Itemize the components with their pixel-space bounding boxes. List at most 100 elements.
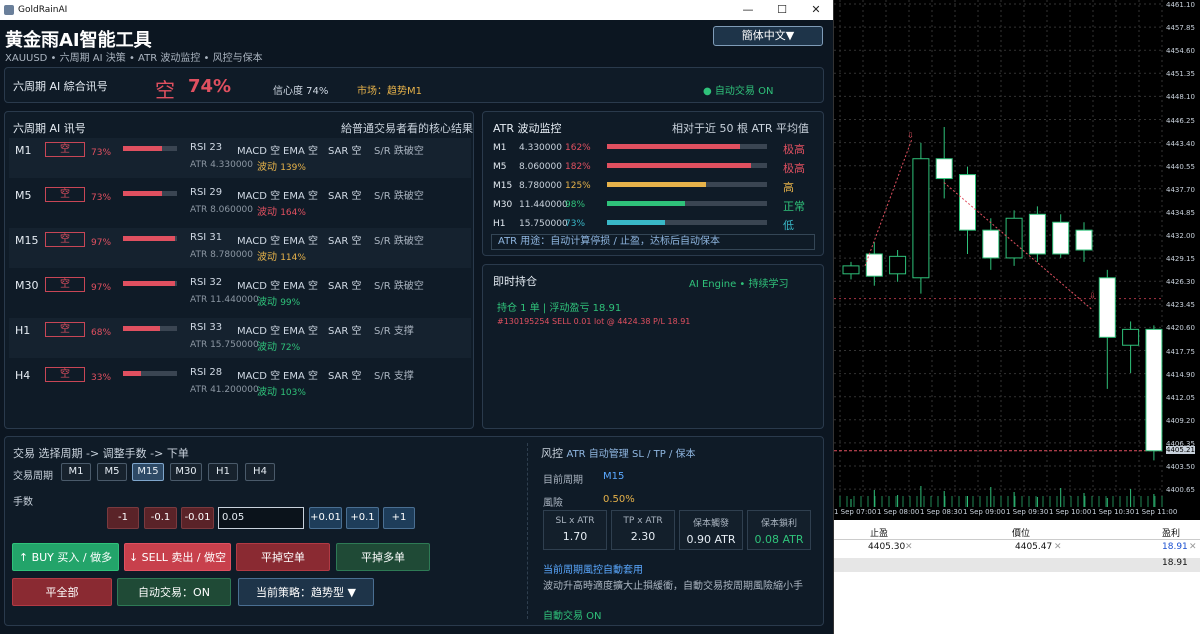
- time-tick-label: 1 Sep 09:30: [1006, 508, 1049, 516]
- buy-button[interactable]: ↑ BUY 买入 / 做多: [12, 543, 119, 571]
- candle-body: [1075, 229, 1093, 251]
- direction-badge: 空: [45, 232, 85, 247]
- candle-body: [1052, 221, 1070, 255]
- breakeven-lock-value: 0.08 ATR: [754, 533, 804, 546]
- macd-value: MACD 空: [237, 326, 281, 337]
- col-profit-header: 盈利: [1162, 529, 1181, 539]
- atr-period: M30: [493, 200, 513, 210]
- close-all-button[interactable]: 平全部: [12, 578, 112, 606]
- period-panel-title: 六周期 AI 讯号: [13, 122, 86, 135]
- volatility-label: 波动: [257, 252, 277, 263]
- profit-value: 18.91: [1162, 542, 1188, 552]
- ema-value: EMA 空: [283, 191, 318, 202]
- price-tick-label: 4440.55: [1166, 162, 1195, 171]
- period-button-m15[interactable]: M15: [132, 463, 164, 481]
- period-button-m5[interactable]: M5: [97, 463, 127, 481]
- remove-price-icon[interactable]: ✕: [1054, 542, 1062, 552]
- lot-minus-1-button[interactable]: -1: [107, 507, 139, 529]
- atr-level: 极高: [783, 162, 805, 175]
- trade-title: 交易 选择周期 -> 调整手数 -> 下单: [13, 447, 189, 460]
- close-short-button[interactable]: 平掉空单: [236, 543, 330, 571]
- atr-ratio: 182%: [565, 162, 591, 172]
- period-row-m5: M5 空 73% RSI 29 MACD 空 EMA 空 SAR 空 S/R 跌破空 ATR 8…: [9, 183, 471, 223]
- atr-bar: [607, 201, 767, 206]
- table-row[interactable]: 4405.30 ✕ 4405.47 ✕ 18.91 ✕: [834, 542, 1200, 556]
- atr-value: ATR 8.060000: [190, 205, 254, 215]
- minimize-button[interactable]: —: [731, 0, 765, 20]
- atr-ratio: 162%: [565, 143, 591, 153]
- period-row-h1: H1 空 68% RSI 33 MACD 空 EMA 空 SAR 空 S/R 支撑 ATR 15…: [9, 318, 471, 358]
- volatility-percent: 114%: [280, 253, 306, 263]
- atr-period: H1: [493, 219, 506, 229]
- auto-trade-status: ● 自动交易 ON: [703, 86, 774, 97]
- period-button-h4[interactable]: H4: [245, 463, 275, 481]
- close-button[interactable]: ✕: [799, 0, 833, 20]
- atr-period: M1: [493, 143, 507, 153]
- period-name: H1: [15, 324, 31, 337]
- atr-period: M5: [493, 162, 507, 172]
- lot-minus-0.01-button[interactable]: -0.01: [181, 507, 214, 529]
- strategy-select[interactable]: 当前策略：趋势型 ▼: [238, 578, 374, 606]
- atr-level: 低: [783, 219, 794, 232]
- lot-plus-0.01-button[interactable]: +0.01: [309, 507, 342, 529]
- price-tick-label: 4457.85: [1166, 24, 1195, 33]
- ema-value: EMA 空: [283, 146, 318, 157]
- table-header-row: 止盈 價位 盈利: [834, 526, 1200, 540]
- lot-plus-0.1-button[interactable]: +0.1: [346, 507, 379, 529]
- lot-plus-1-button[interactable]: +1: [383, 507, 415, 529]
- col-tp-header: 止盈: [870, 529, 889, 539]
- macd-value: MACD 空: [237, 236, 281, 247]
- lot-input[interactable]: 0.05: [218, 507, 304, 529]
- atr-row-m1: M1 4.330000 162% 极高: [493, 140, 817, 156]
- title-bar: GoldRainAI — ☐ ✕: [0, 0, 833, 20]
- risk-title: 风控 ATR 自动管理 SL / TP / 保本: [541, 445, 696, 461]
- sr-value: S/R 跌破空: [374, 236, 424, 247]
- ema-value: EMA 空: [283, 236, 318, 247]
- tp-atr-label: TP x ATR: [623, 516, 663, 526]
- breakeven-trigger-box: 保本觸發 0.90 ATR: [679, 510, 743, 550]
- atr-subtitle: 相对于近 50 根 ATR 平均值: [671, 122, 809, 135]
- atr-bar: [607, 144, 767, 149]
- breakeven-lock-box: 保本鎖利 0.08 ATR: [747, 510, 811, 550]
- macd-value: MACD 空: [237, 371, 281, 382]
- rsi-value: RSI 32: [190, 277, 223, 288]
- tp-atr-value: 2.30: [630, 530, 656, 543]
- period-row-m1: M1 空 73% RSI 23 MACD 空 EMA 空 SAR 空 S/R 跌破空 ATR 4…: [9, 138, 471, 178]
- remove-tp-icon[interactable]: ✕: [905, 542, 913, 552]
- trade-line: [864, 138, 913, 267]
- sl-atr-label: SL x ATR: [555, 516, 595, 526]
- total-profit: 18.91: [1162, 558, 1188, 568]
- period-button-m30[interactable]: M30: [170, 463, 202, 481]
- auto-trade-toggle[interactable]: 自动交易：ON: [117, 578, 231, 606]
- strength-bar: [123, 281, 177, 286]
- time-tick-label: 1 Sep 10:00: [1049, 508, 1092, 516]
- period-button-h1[interactable]: H1: [208, 463, 238, 481]
- close-position-icon[interactable]: ✕: [1189, 542, 1197, 552]
- period-button-m1[interactable]: M1: [61, 463, 91, 481]
- candle-body: [982, 229, 1000, 259]
- candlestick-chart: ⇩⇩: [834, 0, 1164, 507]
- ai-engine-status: AI Engine • 持续学习: [689, 279, 789, 290]
- close-long-button[interactable]: 平掉多单: [336, 543, 430, 571]
- language-select[interactable]: 簡体中文▼: [713, 26, 823, 46]
- price-tick-label: 4403.50: [1166, 463, 1195, 471]
- atr-panel: ATR 波动监控 相对于近 50 根 ATR 平均值 M1 4.330000 162…: [482, 111, 824, 256]
- sell-button[interactable]: ↓ SELL 卖出 / 做空: [124, 543, 231, 571]
- sr-value: S/R 支撑: [374, 371, 414, 382]
- risk-title-sub: ATR 自动管理 SL / TP / 保本: [566, 449, 696, 460]
- rsi-value: RSI 28: [190, 367, 223, 378]
- col-price-header: 價位: [1012, 529, 1031, 539]
- direction-badge: 空: [45, 367, 85, 382]
- lot-minus-0.1-button[interactable]: -0.1: [144, 507, 177, 529]
- confidence: 信心度 74%: [273, 86, 329, 97]
- volatility: 波动 72%: [257, 338, 300, 353]
- price-tick-label: 4454.60: [1166, 47, 1195, 56]
- position-detail[interactable]: #130195254 SELL 0.01 lot @ 4424.38 P/L 1…: [497, 317, 690, 326]
- app-subtitle: XAUUSD • 六周期 AI 決策 • ATR 波动监控 • 风控与保本: [5, 53, 263, 64]
- price-tick-label: 4448.10: [1166, 93, 1195, 102]
- maximize-button[interactable]: ☐: [765, 0, 799, 20]
- position-panel: 即时持仓 AI Engine • 持续学习 持仓 1 单 | 浮动盈亏 18.9…: [482, 264, 824, 429]
- tp-atr-box: TP x ATR 2.30: [611, 510, 675, 550]
- volatility: 波动 99%: [257, 293, 300, 308]
- price-chart[interactable]: ⇩ ⇩: [834, 0, 1200, 520]
